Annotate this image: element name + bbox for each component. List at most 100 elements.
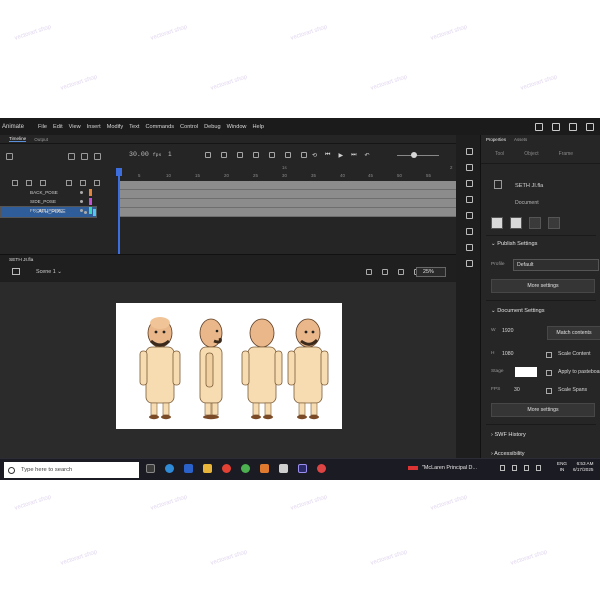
timeline-zoom-slider[interactable]	[397, 155, 439, 156]
frame-row[interactable]	[118, 190, 456, 199]
accessibility-header[interactable]: › Accessibility	[491, 451, 525, 457]
align-icon[interactable]	[465, 196, 473, 203]
height-value[interactable]: 1080	[502, 351, 514, 357]
properties-icon[interactable]	[465, 148, 473, 155]
menu-insert[interactable]: Insert	[87, 124, 101, 130]
frame-grid[interactable]	[118, 181, 456, 225]
assets-icon[interactable]	[465, 228, 473, 235]
lock-icon[interactable]	[548, 217, 560, 229]
blank-keyframe-icon[interactable]	[269, 152, 275, 158]
layer-depth-icon[interactable]	[81, 152, 88, 160]
scene-selector[interactable]: Scene 1 ⌄	[36, 269, 62, 275]
publish-settings-header[interactable]: ⌄ Publish Settings	[491, 241, 537, 247]
play-icon[interactable]: ▶	[338, 152, 343, 159]
color-icon[interactable]	[465, 260, 473, 267]
recorder-icon[interactable]	[317, 464, 326, 473]
apply-pasteboard-checkbox[interactable]	[546, 370, 552, 376]
frame-row[interactable]	[118, 181, 456, 190]
info-icon[interactable]	[465, 180, 473, 187]
menu-modify[interactable]: Modify	[107, 124, 123, 130]
chevron-up-icon[interactable]	[500, 465, 505, 471]
scale-content-checkbox[interactable]	[546, 352, 552, 358]
tab-output[interactable]: Output	[34, 137, 48, 142]
publish-more-settings-button[interactable]: More settings	[491, 279, 595, 293]
prev-keyframe-icon[interactable]	[205, 152, 211, 158]
new-folder-icon[interactable]	[26, 179, 32, 186]
edge-icon[interactable]	[165, 464, 174, 473]
upwork-icon[interactable]	[241, 464, 250, 473]
layers-icon[interactable]	[6, 152, 13, 160]
battery-icon[interactable]	[512, 465, 517, 471]
layer-back-pose[interactable]: BACK_POSE	[0, 188, 118, 197]
file-explorer-icon[interactable]	[203, 464, 212, 473]
taskbar-search[interactable]: Type here to search	[4, 462, 139, 478]
profile-select[interactable]: Default	[513, 259, 599, 271]
layer-side-pose[interactable]: SIDE_POSE	[0, 197, 118, 206]
menu-edit[interactable]: Edit	[53, 124, 63, 130]
swf-history-header[interactable]: › SWF History	[491, 432, 526, 438]
timeline-zoom-knob[interactable]	[411, 152, 417, 158]
active-window[interactable]: "McLaren Principal D...	[408, 465, 477, 471]
tween-icon[interactable]	[285, 152, 291, 158]
menu-commands[interactable]: Commands	[145, 124, 174, 130]
insert-keyframe-icon[interactable]	[253, 152, 259, 158]
library-icon[interactable]	[465, 164, 473, 171]
loop-icon[interactable]: ⟲	[312, 152, 317, 159]
task-view-icon[interactable]	[146, 464, 155, 473]
center-frame-icon[interactable]	[221, 152, 227, 158]
snap-icon[interactable]	[366, 269, 372, 275]
subtab-object[interactable]: Object	[524, 151, 538, 157]
frame-row[interactable]	[118, 199, 456, 208]
outlook-icon[interactable]	[184, 464, 193, 473]
width-value[interactable]: 1920	[502, 328, 514, 334]
menu-text[interactable]: Text	[129, 124, 139, 130]
tab-timeline[interactable]: Timeline	[9, 136, 27, 142]
visibility-dot[interactable]	[80, 209, 83, 212]
lock-icon[interactable]	[94, 179, 100, 186]
menu-control[interactable]: Control	[180, 124, 198, 130]
calendar-icon[interactable]	[279, 464, 288, 473]
snap-pixel-icon[interactable]	[510, 217, 522, 229]
document-more-settings-button[interactable]: More settings	[491, 403, 595, 417]
minimize-icon[interactable]	[586, 122, 594, 131]
menu-file[interactable]: File	[38, 124, 47, 130]
tab-assets[interactable]: Assets	[514, 137, 527, 142]
stage-color-swatch[interactable]	[515, 367, 537, 377]
new-layer-icon[interactable]	[12, 179, 18, 186]
volume-icon[interactable]	[536, 465, 541, 471]
zoom-select[interactable]: 25%	[416, 267, 446, 277]
share-icon[interactable]	[535, 122, 543, 131]
playhead[interactable]	[116, 168, 122, 258]
menu-view[interactable]: View	[69, 124, 81, 130]
menu-help[interactable]: Help	[252, 124, 264, 130]
layer-color-swatch[interactable]	[89, 207, 92, 214]
edit-corner-icon[interactable]	[529, 217, 541, 229]
camera-icon[interactable]	[68, 152, 75, 160]
insert-frame-icon[interactable]	[301, 152, 307, 158]
graph-icon[interactable]	[94, 152, 101, 160]
fps-value[interactable]: 30	[514, 387, 520, 393]
match-contents-button[interactable]: Match contents	[547, 326, 600, 340]
step-back-icon[interactable]: ⏮	[325, 152, 330, 159]
transform-icon[interactable]	[465, 212, 473, 219]
document-canvas[interactable]	[116, 303, 342, 429]
chrome-icon[interactable]	[222, 464, 231, 473]
scale-spans-checkbox[interactable]	[546, 388, 552, 394]
delete-layer-icon[interactable]	[40, 179, 46, 186]
settings-icon[interactable]	[569, 122, 577, 131]
layer-color-swatch[interactable]	[89, 189, 92, 196]
visibility-icon[interactable]	[80, 179, 86, 186]
language-indicator[interactable]: ENG IN	[557, 461, 567, 473]
subtab-tool[interactable]: Tool	[495, 151, 504, 157]
workspace-icon[interactable]	[552, 122, 560, 131]
layer-color-swatch[interactable]	[89, 198, 92, 205]
stage-area[interactable]	[0, 282, 456, 460]
highlight-icon[interactable]	[66, 179, 72, 186]
clip-icon[interactable]	[398, 269, 404, 275]
undo-icon[interactable]: ↶	[364, 152, 369, 159]
frame-row[interactable]	[118, 208, 456, 217]
step-forward-icon[interactable]: ⏭	[351, 152, 356, 159]
visibility-dot[interactable]	[80, 200, 83, 203]
document-tab[interactable]: SETH JI.fla	[9, 258, 33, 263]
tab-properties[interactable]: Properties	[486, 137, 506, 142]
